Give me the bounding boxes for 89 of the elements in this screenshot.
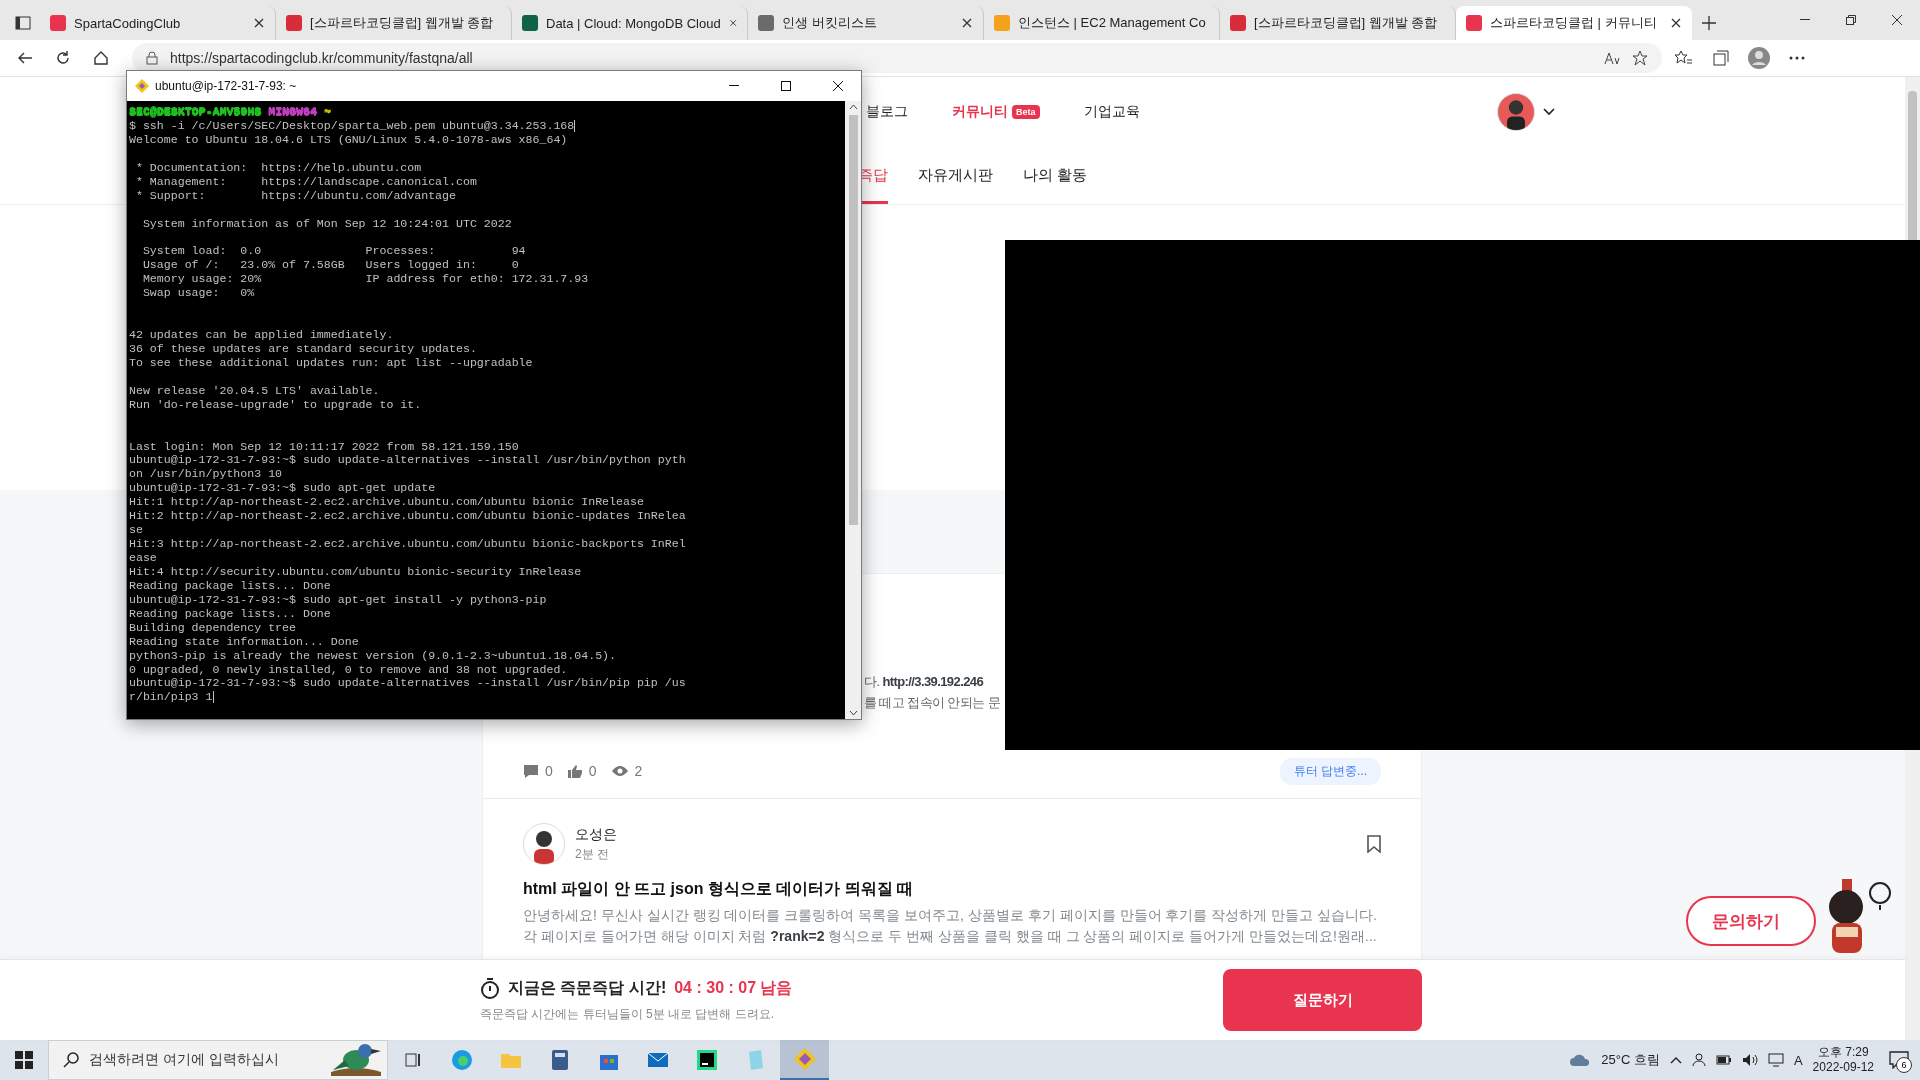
- nav-link[interactable]: 기업교육: [1083, 103, 1140, 121]
- close-icon[interactable]: [961, 17, 973, 29]
- board-tab[interactable]: 나의 활동: [1023, 147, 1088, 204]
- terminal-line: on /usr/bin/python3 10: [129, 467, 283, 482]
- terminal-line: System information as of Mon Sep 12 10:24:01 UTC 2022: [141, 216, 512, 231]
- star-icon[interactable]: [1632, 50, 1648, 66]
- window-title: ubuntu@ip-172-31-7-93: ~: [155, 79, 298, 93]
- avatar-icon[interactable]: [1497, 93, 1535, 131]
- bookmark-icon[interactable]: [1367, 835, 1381, 853]
- cloud-icon: [1569, 1053, 1592, 1067]
- terminal-line: * Documentation: https://help.ubuntu.com: [134, 160, 422, 175]
- post-time: 2분 전: [575, 845, 610, 863]
- task-view-icon[interactable]: [402, 1050, 423, 1070]
- terminal-line: System load: 0.0 Processes: 94: [141, 244, 526, 259]
- terminal-line: Run 'do-release-upgrade' to upgrade to it.: [129, 397, 422, 412]
- terminal-line: 36 of these updates are standard security updates.: [129, 341, 477, 356]
- bird-drawing: [331, 1044, 381, 1076]
- terminal-line: Last login: Mon Sep 12 10:11:17 2022 from 58.121.159.150: [129, 439, 519, 454]
- terminal-line: Welcome to Ubuntu 18.04.6 LTS (GNU/Linux 5.4.0-1078-aws x86_64): [129, 132, 568, 147]
- read-aloud-icon[interactable]: [1604, 50, 1620, 66]
- terminal-line: Reading package lists... Done: [129, 578, 331, 593]
- terminal-line: 42 updates can be applied immediately.: [129, 328, 394, 342]
- prompt-text: ~: [323, 105, 331, 119]
- terminal-line: Memory usage: 20% IP address for eth0: 172.31.7.93: [141, 272, 589, 287]
- post-excerpt: 다. http://3.39.192.246: [864, 673, 985, 691]
- clock[interactable]: 오후 7:29 2022-09-12: [1812, 1045, 1874, 1075]
- terminal-line: Hit:3 http://ap-northeast-2.ec2.archive.ubuntu.com/ubuntu bionic-backports InRel: [129, 537, 686, 551]
- code-editor-icon[interactable]: [694, 1048, 719, 1072]
- chevron-up-icon[interactable]: [1669, 1056, 1682, 1064]
- comment-count: 0: [523, 763, 553, 779]
- author-avatar-icon: [523, 823, 565, 865]
- people-icon[interactable]: [1691, 1053, 1706, 1067]
- speaker-icon[interactable]: [1741, 1053, 1758, 1067]
- prompt-text: SEC@DESKTOP-AMV59HS: [129, 105, 262, 119]
- terminal-line: Hit:4 http://security.ubuntu.com/ubuntu bionic-security InRelease: [129, 564, 582, 579]
- browser-tab[interactable]: 스파르타코딩클럽 | 커뮤니티: [1456, 6, 1692, 40]
- board-tab[interactable]: 자유게시판: [918, 147, 993, 204]
- diamond-icon: [135, 79, 149, 93]
- address-field[interactable]: https://spartacodingclub.kr/community/fastqna/all: [132, 43, 1662, 73]
- terminal-line: Building dependency tree: [129, 620, 296, 635]
- diamond-icon[interactable]: [792, 1047, 817, 1071]
- countdown-text: 04 : 30 : 07 남음: [674, 978, 793, 998]
- terminal-line: r/bin/pip3 1: [129, 690, 213, 705]
- status-tag: 튜터 답변중...: [1279, 757, 1381, 785]
- like-count[interactable]: 0: [566, 763, 597, 779]
- terminal-line: se: [129, 523, 143, 538]
- timer-icon: [480, 977, 500, 1000]
- ask-button[interactable]: 질문하기: [1223, 969, 1422, 1031]
- terminal-line: Reading state information... Done: [129, 634, 359, 649]
- post-excerpt: 를 떼고 접속이 안되는 문: [864, 694, 1002, 712]
- post-excerpt: 각 페이지로 들어가면 해당 이미지 처럼 ?rank=2 형식으로 두 번째 상품을 클릭 했을 때 그 상품의 페이지로 들어가게 만들었는데요!원래...: [523, 927, 1378, 946]
- scrollbar-thumb[interactable]: [848, 115, 858, 525]
- post-title[interactable]: html 파일이 안 뜨고 json 형식으로 데이터가 띄워질 때: [523, 879, 1381, 900]
- weather-text: 25°C 흐림: [1601, 1051, 1660, 1069]
- terminal-line: Usage of /: 23.0% of 7.58GB Users logged in: 0: [141, 258, 519, 273]
- terminal-line: New release '20.04.5 LTS' available.: [129, 383, 380, 398]
- terminal-line: Swap usage: 0%: [141, 286, 255, 301]
- terminal-line: $ ssh -i /c/Users/SEC/Desktop/sparta_web.pem ubuntu@3.34.253.168: [129, 118, 575, 133]
- view-count: 2: [610, 763, 643, 779]
- terminal-line: * Management: https://landscape.canonical.com: [134, 174, 477, 189]
- nav-link[interactable]: 블로그: [866, 103, 908, 121]
- headline-text: 지금은 즉문즉답 시간!: [508, 978, 667, 998]
- search-icon: [63, 1052, 79, 1068]
- nav-link[interactable]: 커뮤니티 Beta: [952, 103, 1040, 121]
- search-field[interactable]: 검색하려면 여기에 입력하십시: [48, 1040, 388, 1080]
- terminal-line: ubuntu@ip-172-31-7-93:~$ sudo apt-get update: [129, 481, 436, 496]
- terminal-line: Reading package lists... Done: [129, 606, 331, 621]
- terminal-line: Hit:2 http://ap-northeast-2.ec2.archive.ubuntu.com/ubuntu bionic-updates InRelea: [129, 509, 686, 524]
- notification-button[interactable]: 6: [1884, 1045, 1914, 1075]
- terminal-line: 0 upgraded, 0 newly installed, 0 to remove and 38 not upgraded.: [129, 662, 568, 677]
- inquiry-button[interactable]: 문의하기: [1686, 896, 1816, 946]
- terminal-line: To see these additional updates run: apt list --upgradable: [129, 355, 533, 370]
- input-language-indicator[interactable]: A: [1793, 1052, 1803, 1068]
- terminal-line: Hit:1 http://ap-northeast-2.ec2.archive.ubuntu.com/ubuntu bionic InRelease: [129, 495, 644, 510]
- author-name: 오성은: [575, 825, 618, 844]
- post-excerpt: 안녕하세요! 무신사 실시간 랭킹 데이터를 크롤링하여 목록을 보여주고, 상품별로 후기 페이지를 만들어 후기를 작성하게 만들고 싶습니다.: [523, 906, 1378, 925]
- close-icon[interactable]: [1670, 17, 1682, 29]
- lock-icon: [146, 51, 158, 65]
- terminal-line: ubuntu@ip-172-31-7-93:~$ sudo update-alternatives --install /usr/bin/pip pip /us: [129, 676, 686, 691]
- battery-icon[interactable]: [1715, 1054, 1732, 1066]
- note-text: 즉문즉답 시간에는 튜터님들이 5분 내로 답변해 드려요.: [480, 1005, 775, 1023]
- terminal-line: ubuntu@ip-172-31-7-93:~$ sudo apt-get install -y python3-pip: [129, 592, 547, 607]
- terminal-line: * Support: https://ubuntu.com/advantage: [134, 188, 456, 203]
- close-icon[interactable]: [253, 17, 265, 29]
- terminal-line: ease: [129, 551, 157, 565]
- chevron-down-icon[interactable]: [1543, 108, 1555, 116]
- prompt-text: MINGW64: [268, 105, 317, 119]
- terminal-line: ubuntu@ip-172-31-7-93:~$ sudo update-alternatives --install /usr/bin/python pyth: [129, 453, 686, 468]
- terminal-line: python3-pip is already the newest version (9.0.1-2.3~ubuntu1.18.04.5).: [129, 648, 617, 663]
